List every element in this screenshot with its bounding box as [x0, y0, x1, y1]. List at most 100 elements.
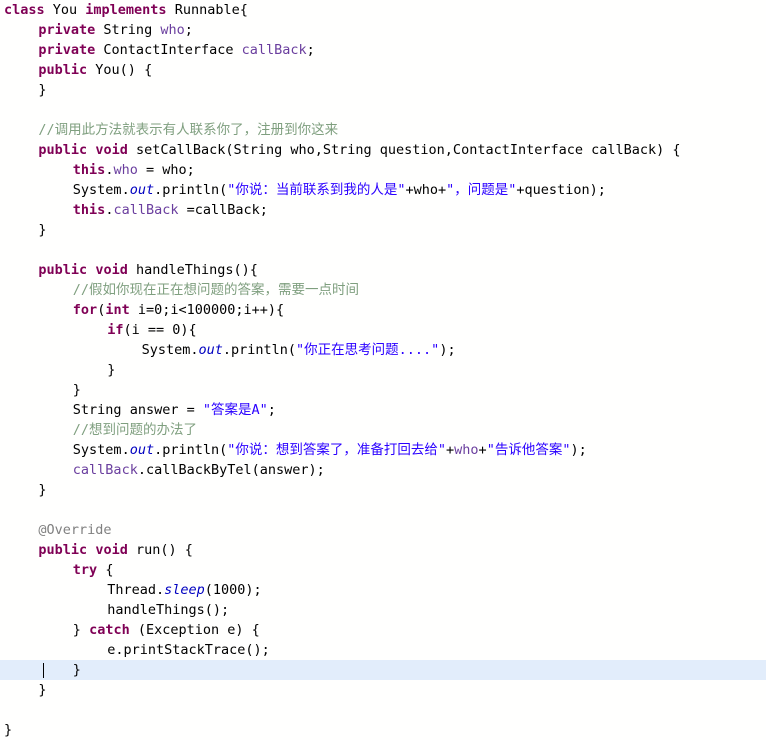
code-line[interactable]: @Override	[0, 520, 766, 540]
code-line-content: }	[4, 722, 12, 738]
code-line[interactable]: private String who;	[0, 20, 766, 40]
code-line-content: @Override	[4, 522, 111, 538]
code-editor-view[interactable]: class You implements Runnable{private St…	[0, 0, 766, 738]
code-line[interactable]: }	[0, 80, 766, 100]
code-line-content: String answer = "答案是A";	[4, 402, 276, 418]
code-line-content: callBack.callBackByTel(answer);	[4, 462, 325, 478]
code-line[interactable]: }	[0, 720, 766, 740]
code-token-kw: implements	[85, 2, 167, 18]
code-line[interactable]: }	[0, 360, 766, 380]
code-line-current[interactable]: }	[0, 660, 766, 680]
code-token-plain: ;	[184, 22, 193, 38]
code-token-kw: try	[72, 562, 98, 578]
code-line[interactable]: if(i == 0){	[0, 320, 766, 340]
code-line-content: handleThings();	[4, 602, 229, 618]
code-line-content: }	[4, 382, 81, 398]
code-token-kw: public	[38, 262, 88, 278]
code-line[interactable]: String answer = "答案是A";	[0, 400, 766, 420]
code-line-content: System.out.println("你说：想到答案了，准备打回去给"+who…	[4, 442, 587, 458]
code-line-content: this.who = who;	[4, 162, 195, 178]
code-line[interactable]: System.out.println("你正在思考问题....");	[0, 340, 766, 360]
code-token-kw: this	[72, 202, 106, 218]
code-token-stat: out	[198, 342, 223, 358]
code-line[interactable]: }	[0, 480, 766, 500]
code-line[interactable]	[0, 700, 766, 720]
code-line[interactable]: this.who = who;	[0, 160, 766, 180]
code-token-plain: .callBackByTel(answer);	[137, 462, 325, 478]
code-token-plain: System.	[72, 182, 130, 198]
code-token-plain: =callBack;	[178, 202, 268, 218]
code-token-kw: int	[105, 302, 130, 318]
code-line[interactable]: try {	[0, 560, 766, 580]
code-line[interactable]	[0, 100, 766, 120]
code-token-field: who	[454, 442, 479, 458]
code-token-plain: ;	[306, 42, 315, 58]
code-token-plain: }	[72, 622, 90, 638]
code-line[interactable]: handleThings();	[0, 600, 766, 620]
code-line[interactable]: }	[0, 380, 766, 400]
code-token-plain: }	[107, 362, 116, 378]
code-token-plain: ;	[267, 402, 276, 418]
code-line[interactable]: callBack.callBackByTel(answer);	[0, 460, 766, 480]
code-line[interactable]: }	[0, 680, 766, 700]
text-caret	[43, 663, 44, 678]
code-line[interactable]: }	[0, 220, 766, 240]
code-line-content: for(int i=0;i<100000;i++){	[4, 302, 284, 318]
code-line[interactable]: e.printStackTrace();	[0, 640, 766, 660]
code-token-plain: +who+	[405, 182, 447, 198]
code-token-plain: }	[72, 382, 81, 398]
code-token-plain: System.	[72, 442, 130, 458]
code-line[interactable]: Thread.sleep(1000);	[0, 580, 766, 600]
code-line-content: if(i == 0){	[4, 322, 196, 338]
code-token-field: callBack	[113, 202, 179, 218]
code-line-content: System.out.println("你说：当前联系到我的人是"+who+"，…	[4, 182, 606, 198]
code-token-plain: (Exception e) {	[129, 622, 260, 638]
code-token-plain: String	[95, 22, 161, 38]
code-line[interactable]: public void run() {	[0, 540, 766, 560]
code-token-plain: .println(	[154, 182, 228, 198]
code-token-plain: (1000);	[204, 582, 262, 598]
code-token-cmt: //想到问题的办法了	[72, 422, 198, 438]
code-line-content: public You() {	[4, 62, 152, 78]
code-line-content: }	[4, 362, 115, 378]
code-line[interactable]	[0, 240, 766, 260]
code-token-field: callBack	[72, 462, 138, 478]
code-line[interactable]: this.callBack =callBack;	[0, 200, 766, 220]
code-line[interactable]: System.out.println("你说：想到答案了，准备打回去给"+who…	[0, 440, 766, 460]
code-token-plain: +	[446, 442, 455, 458]
code-line[interactable]: //假如你现在正在想问题的答案，需要一点时间	[0, 280, 766, 300]
code-token-plain: You() {	[87, 62, 153, 78]
code-line[interactable]: public You() {	[0, 60, 766, 80]
code-line-content: //调用此方法就表示有人联系你了，注册到你这来	[4, 122, 338, 138]
code-line[interactable]: //想到问题的办法了	[0, 420, 766, 440]
code-line[interactable]: //调用此方法就表示有人联系你了，注册到你这来	[0, 120, 766, 140]
code-token-plain: }	[38, 222, 47, 238]
code-line-content: private ContactInterface callBack;	[4, 42, 315, 58]
code-token-field: callBack	[241, 42, 307, 58]
code-token-stat: out	[129, 442, 155, 458]
code-token-plain: }	[38, 82, 47, 98]
code-line-content: public void setCallBack(String who,Strin…	[4, 142, 680, 158]
code-token-plain: Runnable{	[166, 2, 248, 18]
code-token-kw: private	[38, 42, 96, 58]
code-token-plain: handleThings(){	[127, 262, 258, 278]
code-line[interactable]: System.out.println("你说：当前联系到我的人是"+who+"，…	[0, 180, 766, 200]
code-token-plain: }	[38, 482, 47, 498]
code-token-plain: );	[570, 442, 587, 458]
code-line[interactable]: private ContactInterface callBack;	[0, 40, 766, 60]
code-token-cmt: //调用此方法就表示有人联系你了，注册到你这来	[38, 122, 339, 138]
code-line[interactable]	[0, 500, 766, 520]
code-line-content: public void run() {	[4, 542, 192, 558]
code-line[interactable]: } catch (Exception e) {	[0, 620, 766, 640]
code-line[interactable]: class You implements Runnable{	[0, 0, 766, 20]
code-line[interactable]: public void setCallBack(String who,Strin…	[0, 140, 766, 160]
code-token-plain: i=0;i<100000;i++){	[129, 302, 285, 318]
code-token-plain: );	[439, 342, 456, 358]
code-token-str: "你说：当前联系到我的人是"	[227, 182, 406, 198]
code-line[interactable]: for(int i=0;i<100000;i++){	[0, 300, 766, 320]
code-line[interactable]: public void handleThings(){	[0, 260, 766, 280]
code-token-plain: }	[4, 722, 13, 738]
code-token-plain: {	[97, 562, 114, 578]
code-token-str: "你正在思考问题...."	[296, 342, 440, 358]
code-token-plain: +question);	[516, 182, 606, 198]
